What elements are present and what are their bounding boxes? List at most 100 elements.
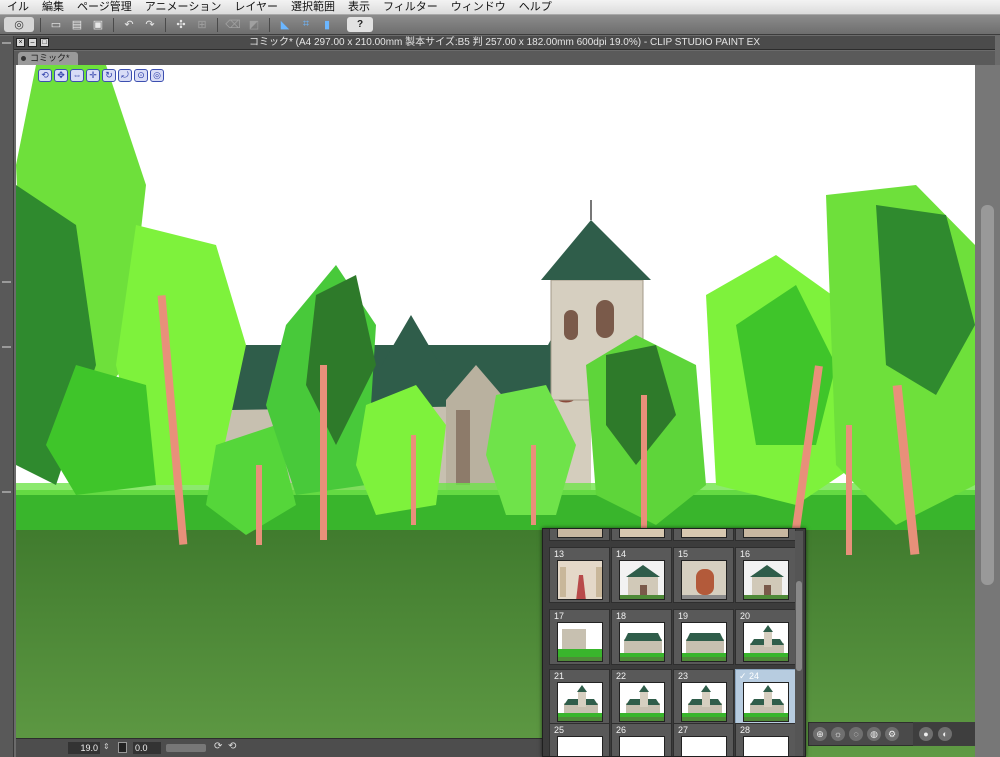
sphere-icon[interactable]: ● [919, 727, 933, 741]
fill-icon[interactable]: ◩ [245, 17, 263, 32]
menu-page[interactable]: ページ管理 [72, 0, 140, 15]
snap-special-icon[interactable]: ▮ [318, 17, 336, 32]
preset-cell[interactable] [673, 529, 734, 541]
preset-cell[interactable]: ✓ 24 [735, 669, 796, 725]
app-logo-icon[interactable]: ◎ [4, 17, 34, 32]
close-icon[interactable]: × [16, 38, 25, 47]
preset-thumbnail [619, 529, 665, 538]
object-settings-icon[interactable]: ⚙ [885, 727, 899, 741]
preset-cell[interactable]: 14 [611, 547, 672, 603]
save-icon[interactable]: ▣ [89, 17, 107, 32]
preset-cell[interactable]: 20 [735, 609, 796, 665]
flip-horizontal-icon[interactable]: ⟳ [214, 741, 227, 754]
preset-cell[interactable]: 13 [549, 547, 610, 603]
preset-cell[interactable]: 28 [735, 723, 796, 756]
help-button[interactable]: ? [347, 17, 373, 32]
preset-cell[interactable] [549, 529, 610, 541]
separator [217, 17, 218, 32]
flip-vertical-icon[interactable]: ⟲ [228, 741, 241, 754]
preset-cell[interactable]: 27 [673, 723, 734, 756]
preset-number: 23 [678, 671, 689, 681]
menu-selection[interactable]: 選択範囲 [286, 0, 343, 15]
left-dock [0, 36, 14, 757]
preset-cell[interactable]: 25 [549, 723, 610, 756]
dock-handle[interactable] [2, 491, 11, 493]
window-controls: × – □ [16, 38, 49, 47]
zoom-stepper-icon[interactable]: ⇕ [103, 742, 110, 751]
separator [40, 17, 41, 32]
preset-thumbnail [557, 682, 603, 722]
material-icon[interactable]: ◐ [938, 727, 952, 741]
menu-help[interactable]: ヘルプ [514, 0, 560, 15]
new-file-icon[interactable]: ▭ [47, 17, 65, 32]
preset-thumbnail [743, 560, 789, 600]
preset-cell[interactable]: 19 [673, 609, 734, 665]
ground-icon[interactable]: ◌ [849, 727, 863, 741]
clear-icon[interactable]: ⌫ [224, 17, 242, 32]
preset-cell[interactable]: 26 [611, 723, 672, 756]
camera-dolly-icon[interactable]: ⇔ [70, 69, 84, 82]
hedge-row [16, 490, 975, 530]
object-rotate-icon[interactable]: ↻ [102, 69, 116, 82]
preset-number: 13 [554, 549, 565, 559]
preset-cell[interactable]: 22 [611, 669, 672, 725]
preset-thumbnail [743, 736, 789, 756]
preset-cell[interactable]: 15 [673, 547, 734, 603]
navigator-bar: 19.0 ⇕ 0.0 ⟳ ⟲ [16, 738, 546, 757]
panel-scrollbar[interactable] [795, 531, 803, 756]
camera-controls: ⟲ ✥ ⇔ ✛ ↻ ⤾ ⊙ ◎ [38, 69, 164, 82]
camera-pan-icon[interactable]: ✥ [54, 69, 68, 82]
dock-handle[interactable] [2, 346, 11, 348]
panel-scrollbar-thumb[interactable] [796, 581, 802, 671]
dock-handle[interactable] [2, 281, 11, 283]
preset-cell[interactable] [735, 529, 796, 541]
move-icon[interactable]: ⊞ [193, 17, 211, 32]
preset-thumbnail [681, 529, 727, 538]
object-scale-icon[interactable]: ⊙ [134, 69, 148, 82]
maximize-icon[interactable]: □ [40, 38, 49, 47]
open-folder-icon[interactable]: ▤ [68, 17, 86, 32]
preset-cell[interactable]: 17 [549, 609, 610, 665]
camera-rotate-icon[interactable]: ⟲ [38, 69, 52, 82]
preset-camera-panel: 13 14 15 16 17 18 19 20 21 22 23 ✓ 24 25 26 27 28 [542, 528, 806, 757]
preset-cell[interactable]: 16 [735, 547, 796, 603]
preset-cell[interactable]: 18 [611, 609, 672, 665]
rotation-value[interactable]: 0.0 [133, 742, 161, 754]
object-move-icon[interactable]: ✛ [86, 69, 100, 82]
minimize-icon[interactable]: – [28, 38, 37, 47]
dock-handle[interactable] [2, 42, 11, 44]
canvas-view[interactable] [16, 65, 975, 757]
preset-cell[interactable] [611, 529, 672, 541]
menu-filter[interactable]: フィルター [378, 0, 446, 15]
preset-number: 27 [678, 725, 689, 735]
object-scale-alt-icon[interactable]: ◎ [150, 69, 164, 82]
zoom-value[interactable]: 19.0 [68, 742, 100, 754]
object-rotate-alt-icon[interactable]: ⤾ [118, 69, 132, 82]
vertical-scrollbar[interactable] [975, 65, 1000, 757]
preset-cell[interactable]: 23 [673, 669, 734, 725]
rotation-slider[interactable] [166, 744, 206, 752]
preset-number: 21 [554, 671, 565, 681]
light-icon[interactable]: ☼ [831, 727, 845, 741]
menu-animation[interactable]: アニメーション [140, 0, 230, 15]
transform-icon[interactable]: ✣ [172, 17, 190, 32]
scrollbar-thumb[interactable] [981, 205, 994, 585]
menu-window[interactable]: ウィンドウ [446, 0, 514, 15]
menu-file[interactable]: イル [2, 0, 37, 15]
tab-comic[interactable]: コミック* [18, 52, 78, 65]
menu-edit[interactable]: 編集 [37, 0, 72, 15]
rotation-reset-icon[interactable] [118, 742, 127, 753]
menu-view[interactable]: 表示 [343, 0, 378, 15]
snap-grid-icon[interactable]: ⌗ [297, 17, 315, 32]
menu-layer[interactable]: レイヤー [229, 0, 286, 15]
snap-ruler-icon[interactable]: ◣ [276, 17, 294, 32]
object-list-icon[interactable]: ◍ [867, 727, 881, 741]
preset-thumbnail [619, 560, 665, 600]
preset-number: 16 [740, 549, 751, 559]
tab-bar: コミック* [14, 51, 995, 65]
redo-icon[interactable]: ↷ [141, 17, 159, 32]
undo-icon[interactable]: ↶ [120, 17, 138, 32]
preset-thumbnail [681, 560, 727, 600]
preset-cell[interactable]: 21 [549, 669, 610, 725]
camera-preset-icon[interactable]: ⊕ [813, 727, 827, 741]
